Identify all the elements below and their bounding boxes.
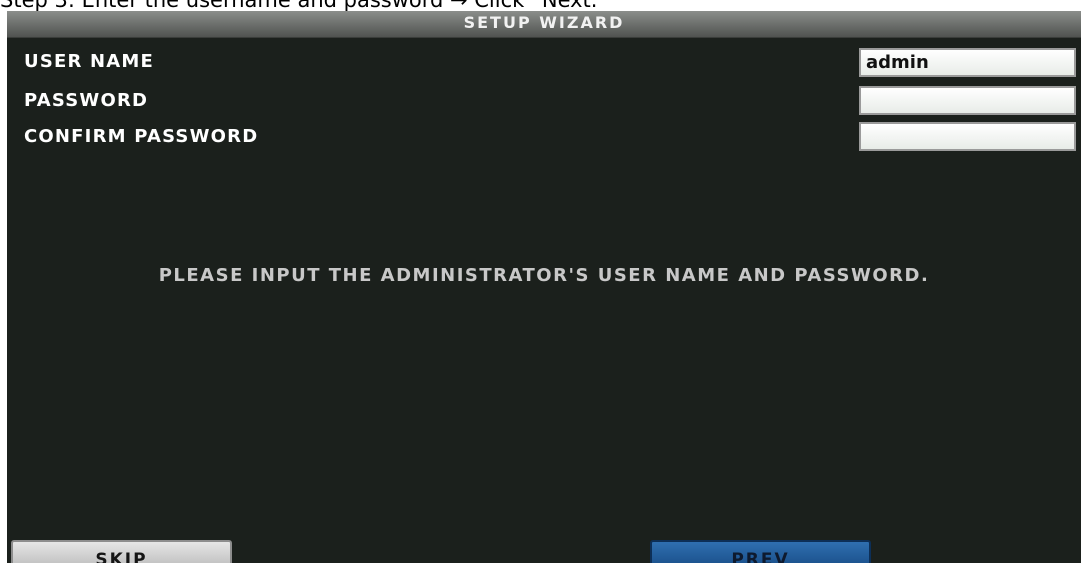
user-name-input[interactable] <box>859 48 1076 77</box>
setup-wizard-dialog: SETUP WIZARD USER NAME PASSWORD CONFIRM … <box>7 11 1081 563</box>
confirm-password-input[interactable] <box>859 122 1076 151</box>
confirm-password-label: CONFIRM PASSWORD <box>24 126 259 147</box>
password-label: PASSWORD <box>24 90 149 111</box>
skip-button[interactable]: SKIP <box>11 540 232 563</box>
instruction-message: PLEASE INPUT THE ADMINISTRATOR'S USER NA… <box>158 265 930 286</box>
prev-button[interactable]: PREV <box>650 540 871 563</box>
password-input[interactable] <box>859 86 1076 115</box>
wizard-title: SETUP WIZARD <box>7 11 1081 38</box>
user-name-label: USER NAME <box>24 51 155 72</box>
